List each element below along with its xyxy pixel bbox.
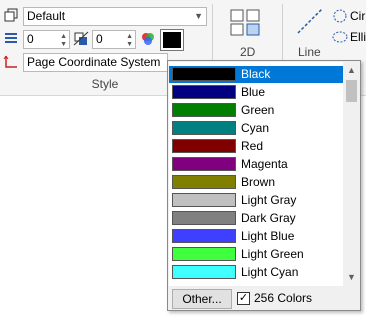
color-swatch xyxy=(172,175,236,189)
linetype-icon[interactable] xyxy=(73,31,89,47)
color-list-item[interactable]: Light Gray xyxy=(169,192,343,209)
scroll-up-icon[interactable]: ▲ xyxy=(343,62,360,79)
color-swatch xyxy=(172,67,236,81)
circle-tool-label[interactable]: Cir xyxy=(350,9,365,23)
color-name: Magenta xyxy=(241,157,288,171)
coordinate-axes-icon[interactable] xyxy=(3,54,19,70)
linewidth-value: 0 xyxy=(27,32,34,46)
layer-combo-value: Default xyxy=(27,9,66,23)
other-colors-button[interactable]: Other... xyxy=(172,289,232,309)
color-name: Brown xyxy=(241,175,276,189)
view-2d-icon[interactable] xyxy=(228,8,262,38)
linewidth-stepper[interactable]: 0 ▲ ▼ xyxy=(23,30,70,49)
palette-icon[interactable] xyxy=(140,31,156,47)
color-list[interactable]: Black Blue Green Cyan Red Magenta Brown Light G… xyxy=(169,62,343,286)
color-list-item[interactable]: Light Blue xyxy=(169,228,343,245)
color-swatch xyxy=(172,193,236,207)
color-list-item[interactable]: Cyan xyxy=(169,120,343,137)
color-swatch xyxy=(172,229,236,243)
layer-combo[interactable]: Default ▼ xyxy=(23,7,207,26)
stepper-down-icon[interactable]: ▼ xyxy=(126,41,133,48)
color-list-item[interactable]: Green xyxy=(169,102,343,119)
256-colors-checkbox[interactable]: ✓ xyxy=(237,292,250,305)
color-name: Light Green xyxy=(241,247,304,261)
color-list-item[interactable]: Light Green xyxy=(169,246,343,263)
color-name: Red xyxy=(241,139,264,153)
color-list-item[interactable]: Red xyxy=(169,138,343,155)
color-name: Light Blue xyxy=(241,229,295,243)
color-list-item[interactable]: Brown xyxy=(169,174,343,191)
color-name: Blue xyxy=(241,85,266,99)
current-color-swatch xyxy=(163,32,181,48)
scroll-down-icon[interactable]: ▼ xyxy=(343,269,360,286)
stepper-up-icon[interactable]: ▲ xyxy=(60,33,67,40)
ellipse-icon[interactable] xyxy=(332,29,348,45)
color-swatch xyxy=(172,139,236,153)
ellipse-tool-label[interactable]: Elli xyxy=(350,30,366,44)
color-swatch xyxy=(172,121,236,135)
color-dropdown: Black Blue Green Cyan Red Magenta Brown Light G… xyxy=(167,60,361,311)
color-name: Light Cyan xyxy=(241,265,299,279)
color-list-item[interactable]: Dark Gray xyxy=(169,210,343,227)
linetype-stepper[interactable]: 0 ▲ ▼ xyxy=(92,30,136,49)
color-swatch xyxy=(172,85,236,99)
color-name: Black xyxy=(241,67,271,81)
view-2d-label: 2D xyxy=(240,45,256,59)
color-name: Cyan xyxy=(241,121,270,135)
linetype-value: 0 xyxy=(96,32,103,46)
color-name: Dark Gray xyxy=(241,211,296,225)
line-tool-icon[interactable] xyxy=(295,6,325,36)
color-swatch xyxy=(172,247,236,261)
color-list-item[interactable]: Light Cyan xyxy=(169,264,343,281)
color-swatch xyxy=(172,157,236,171)
stepper-up-icon[interactable]: ▲ xyxy=(126,33,133,40)
linewidth-icon[interactable] xyxy=(3,30,19,46)
color-swatch xyxy=(172,211,236,225)
color-name: Light Gray xyxy=(241,193,297,207)
scrollbar-thumb[interactable] xyxy=(346,80,357,102)
line-tool-label: Line xyxy=(298,45,321,59)
coord-system-value: Page Coordinate System xyxy=(27,55,161,69)
scrollbar[interactable]: ▲ ▼ xyxy=(343,62,360,286)
color-list-item[interactable]: Blue xyxy=(169,84,343,101)
stepper-down-icon[interactable]: ▼ xyxy=(60,41,67,48)
color-list-item[interactable]: Magenta xyxy=(169,156,343,173)
256-colors-label: 256 Colors xyxy=(254,291,313,305)
color-swatch xyxy=(172,103,236,117)
layers-icon[interactable] xyxy=(3,7,19,23)
chevron-down-icon: ▼ xyxy=(194,11,203,21)
dropdown-footer: Other... ✓ 256 Colors xyxy=(169,287,359,310)
color-list-item[interactable]: Black xyxy=(169,66,343,83)
current-color-button[interactable] xyxy=(160,29,184,51)
coord-system-combo[interactable]: Page Coordinate System xyxy=(23,53,168,72)
circle-icon[interactable] xyxy=(332,8,348,24)
color-name: Green xyxy=(241,103,275,117)
color-swatch xyxy=(172,265,236,279)
